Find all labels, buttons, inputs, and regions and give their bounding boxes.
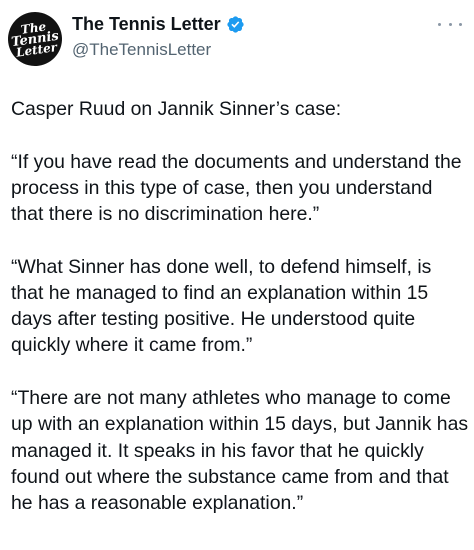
dot — [438, 22, 441, 26]
dot — [459, 22, 462, 26]
tweet-paragraph-3: “What Sinner has done well, to defend hi… — [11, 255, 432, 357]
user-handle[interactable]: @TheTennisLetter — [72, 40, 211, 60]
verified-badge-icon — [227, 16, 244, 33]
tweet-paragraph-4: “There are not many athletes who manage … — [11, 387, 469, 514]
avatar-line-3: Letter — [15, 39, 58, 60]
dot — [448, 22, 452, 26]
name-row: The Tennis Letter — [72, 14, 245, 35]
tweet-text: Casper Ruud on Jannik Sinner’s case: “If… — [11, 96, 469, 516]
avatar[interactable]: The Tennis Letter — [4, 8, 66, 70]
tweet-paragraph-1: Casper Ruud on Jannik Sinner’s case: — [11, 98, 342, 120]
more-options-icon[interactable] — [438, 18, 462, 30]
tweet-header: The Tennis Letter The Tennis Letter @The… — [4, 8, 466, 70]
tweet-paragraph-2: “If you have read the documents and unde… — [11, 150, 462, 226]
display-name[interactable]: The Tennis Letter — [72, 14, 221, 35]
